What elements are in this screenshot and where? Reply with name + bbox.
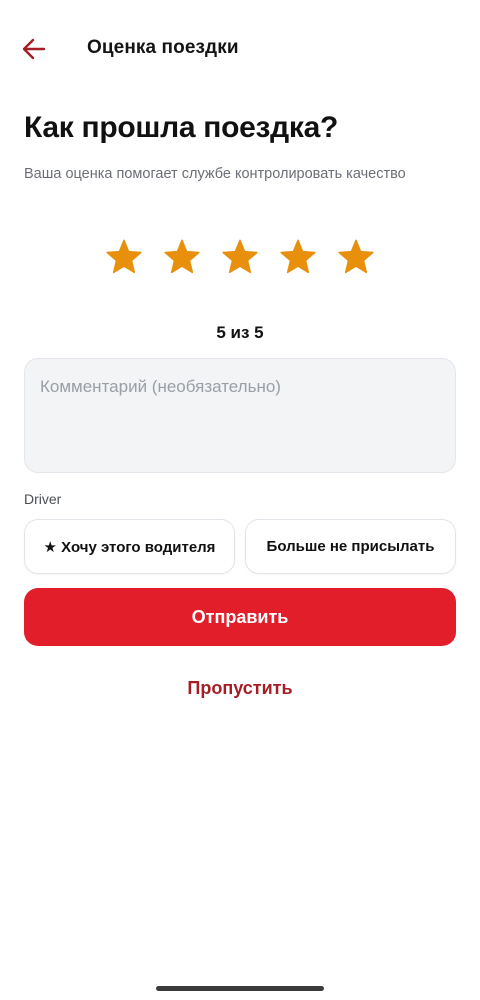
ride-rating-screen: Оценка поездки Как прошла поездка? Ваша …	[0, 0, 480, 1000]
star-icon	[280, 239, 316, 274]
star-icon	[222, 239, 258, 274]
page-title: Оценка поездки	[87, 37, 239, 58]
rating-subtitle: Ваша оценка помогает службе контролирова…	[24, 166, 406, 182]
star-2-button[interactable]	[162, 230, 202, 284]
star-1-button[interactable]	[104, 230, 144, 284]
rating-value-label: 5 из 5	[216, 323, 264, 342]
rating-headline: Как прошла поездка?	[24, 111, 338, 144]
star-3-button[interactable]	[220, 230, 260, 284]
skip-button[interactable]: Пропустить	[0, 678, 480, 699]
top-bar: Оценка поездки	[0, 0, 480, 100]
arrow-left-icon	[22, 38, 46, 60]
driver-section-label: Driver	[24, 491, 62, 507]
home-indicator[interactable]	[156, 986, 324, 991]
want-this-driver-button[interactable]: ★ Хочу этого водителя	[24, 519, 235, 574]
submit-button[interactable]: Отправить	[24, 588, 456, 646]
back-button[interactable]	[14, 32, 54, 66]
star-icon	[164, 239, 200, 274]
star-5-button[interactable]	[336, 230, 376, 284]
star-icon	[338, 239, 374, 274]
comment-field[interactable]	[24, 358, 456, 473]
dont-send-again-button[interactable]: Больше не присылать	[245, 519, 456, 574]
star-rating	[0, 230, 480, 284]
star-icon	[106, 239, 142, 274]
star-4-button[interactable]	[278, 230, 318, 284]
